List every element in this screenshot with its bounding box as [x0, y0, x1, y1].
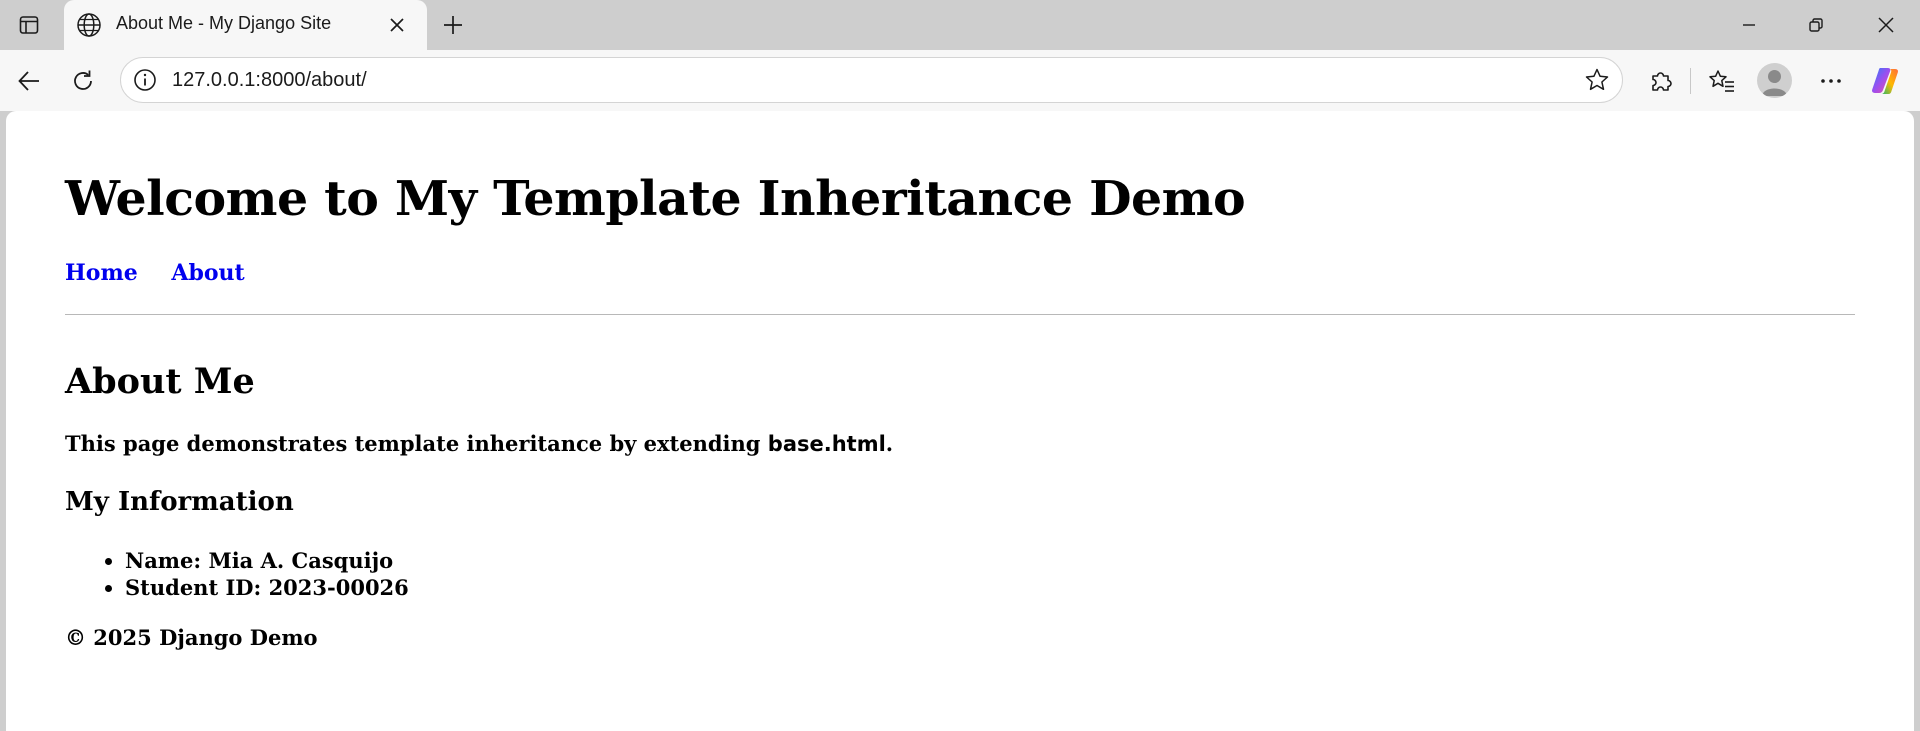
close-tab-button[interactable] [385, 13, 409, 37]
page-footer: © 2025 Django Demo [65, 625, 318, 650]
refresh-icon [74, 70, 92, 90]
extensions-button[interactable] [1642, 62, 1680, 100]
copilot-button[interactable] [1866, 62, 1904, 100]
info-label-student-id: Student ID: [125, 575, 262, 600]
plus-icon [444, 16, 462, 34]
info-value-student-id: 2023-00026 [268, 575, 409, 600]
info-value-name: Mia A. Casquijo [208, 548, 394, 573]
globe-icon [77, 13, 101, 37]
close-icon [390, 18, 404, 32]
list-item: Student ID: 2023-00026 [125, 574, 409, 601]
minimize-button[interactable] [1721, 0, 1777, 50]
favorites-list-icon [1709, 70, 1734, 92]
more-dots-icon [1821, 79, 1841, 83]
address-bar[interactable]: 127.0.0.1:8000/about/ [120, 57, 1623, 103]
favorites-button[interactable] [1703, 62, 1741, 100]
info-label-name: Name: [125, 548, 202, 573]
sidebar-tabs-icon [19, 16, 39, 34]
close-icon [1878, 17, 1894, 33]
site-nav: Home About [65, 260, 271, 286]
copilot-icon [1872, 68, 1898, 94]
profile-avatar[interactable] [1757, 63, 1792, 98]
intro-end: . [885, 431, 894, 456]
back-arrow-icon [18, 71, 39, 91]
intro-text: This page demonstrates template inherita… [65, 431, 761, 456]
restore-button[interactable] [1788, 0, 1844, 50]
more-options-button[interactable] [1812, 62, 1850, 100]
puzzle-icon [1652, 72, 1672, 91]
section-heading: My Information [65, 487, 294, 517]
page-viewport: Welcome to My Template Inheritance Demo … [6, 111, 1914, 731]
header-divider [65, 314, 1855, 315]
browser-toolbar: 127.0.0.1:8000/about/ [0, 50, 1920, 111]
user-icon [1762, 70, 1787, 96]
favorite-star-icon[interactable] [1584, 67, 1610, 93]
tab-strip: About Me - My Django Site [0, 0, 1920, 51]
restore-icon [1809, 18, 1823, 32]
new-tab-button[interactable] [437, 9, 469, 41]
back-button[interactable] [10, 62, 48, 100]
site-info-icon[interactable] [133, 68, 157, 92]
nav-about-link[interactable]: About [171, 260, 244, 286]
nav-home-link[interactable]: Home [65, 260, 138, 286]
url-text[interactable]: 127.0.0.1:8000/about/ [172, 69, 367, 92]
list-item: Name: Mia A. Casquijo [125, 547, 409, 574]
close-window-button[interactable] [1858, 0, 1914, 50]
toolbar-divider [1690, 68, 1691, 94]
tab-actions-button[interactable] [14, 10, 44, 40]
tab-title: About Me - My Django Site [116, 13, 332, 33]
intro-paragraph: This page demonstrates template inherita… [65, 431, 893, 456]
active-tab[interactable]: About Me - My Django Site [64, 0, 427, 51]
page-heading: About Me [65, 361, 255, 402]
intro-code: base.html [767, 432, 886, 456]
site-title: Welcome to My Template Inheritance Demo [65, 171, 1246, 227]
info-list: Name: Mia A. Casquijo Student ID: 2023-0… [65, 547, 409, 601]
refresh-button[interactable] [64, 62, 102, 100]
minimize-icon [1743, 24, 1755, 26]
